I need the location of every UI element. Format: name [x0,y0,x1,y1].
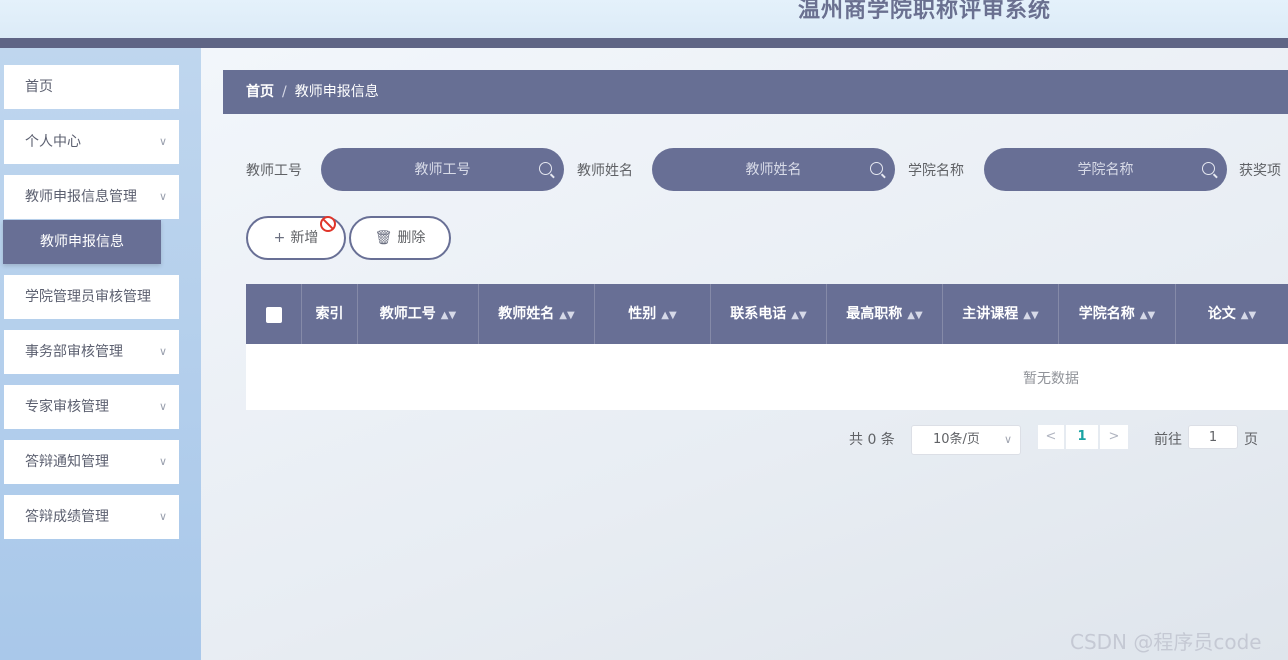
column-header-index: 索引 [302,284,358,344]
sidebar-item-label: 事务部审核管理 [25,344,123,360]
sort-icon[interactable]: ▲▼ [907,310,922,321]
chevron-down-icon: ∨ [158,135,167,148]
goto-unit: 页 [1244,432,1258,448]
page-size-value: 10条/页 [933,432,980,447]
breadcrumb: 首页 / 教师申报信息 [223,70,1288,114]
pagination-total: 共 0 条 [849,432,895,448]
goto-label: 前往 [1154,432,1182,448]
sort-icon[interactable]: ▲▼ [559,310,574,321]
table-body: 暂无数据 [246,344,1288,410]
breadcrumb-separator: / [282,84,287,100]
chevron-down-icon: ∨ [1003,433,1012,446]
select-all-cell [246,284,302,344]
sort-icon[interactable]: ▲▼ [661,310,676,321]
select-all-checkbox[interactable] [266,307,282,323]
search-label-teacher-name: 教师姓名 [577,163,633,179]
delete-button-label: 删除 [397,230,426,246]
app-title: 温州商学院职称评审系统 [798,0,1052,23]
search-icon [539,162,552,175]
delete-button[interactable]: 🗑 删除 [349,216,451,260]
sidebar-item-expert-review[interactable]: 专家审核管理 ∨ [4,385,179,429]
sidebar-item-defense-score[interactable]: 答辩成绩管理 ∨ [4,495,179,539]
search-input-teacher-name[interactable] [673,148,874,191]
sidebar-item-label: 教师申报信息管理 [25,189,137,205]
search-label-teacher-id: 教师工号 [246,163,302,179]
column-header-teacher-id[interactable]: 教师工号 ▲▼ [358,284,479,344]
add-button-label: 新增 [290,230,319,246]
submenu-item-teacher-declaration-info[interactable]: 教师申报信息 [3,220,161,264]
sidebar-item-affairs-review[interactable]: 事务部审核管理 ∨ [4,330,179,374]
sidebar-item-label: 答辩成绩管理 [25,509,109,525]
column-header-teacher-name[interactable]: 教师姓名 ▲▼ [479,284,595,344]
sort-icon[interactable]: ▲▼ [441,310,456,321]
plus-icon: + [273,230,286,246]
forbidden-cursor-icon [320,216,336,232]
column-header-gender[interactable]: 性别 ▲▼ [595,284,711,344]
header-divider [0,38,1288,48]
chevron-down-icon: ∨ [158,190,167,203]
next-page-button[interactable]: > [1100,425,1128,449]
column-header-college[interactable]: 学院名称 ▲▼ [1059,284,1176,344]
trash-icon: 🗑 [374,230,393,246]
watermark-text: CSDN @程序员code [1070,630,1262,654]
search-pill-teacher-id[interactable] [321,148,564,191]
search-pill-teacher-name[interactable] [652,148,895,191]
sidebar-item-teacher-declaration[interactable]: 教师申报信息管理 ∨ [4,175,179,219]
search-label-college-name: 学院名称 [908,163,964,179]
sidebar-item-label: 答辩通知管理 [25,454,109,470]
sidebar-item-label: 专家审核管理 [25,399,109,415]
sort-icon[interactable]: ▲▼ [791,310,806,321]
sidebar-item-home[interactable]: 首页 [4,65,179,109]
goto-page-input[interactable] [1188,425,1238,449]
sort-icon[interactable]: ▲▼ [1140,310,1155,321]
search-pill-college-name[interactable] [984,148,1227,191]
column-header-course[interactable]: 主讲课程 ▲▼ [943,284,1059,344]
breadcrumb-current: 教师申报信息 [294,84,379,100]
search-label-award: 获奖项 [1239,163,1281,179]
column-header-paper[interactable]: 论文 ▲▼ [1176,284,1288,344]
chevron-down-icon: ∨ [158,345,167,358]
sort-icon[interactable]: ▲▼ [1023,310,1038,321]
search-icon [870,162,883,175]
sidebar-item-label: 学院管理员审核管理 [25,289,151,305]
column-header-title[interactable]: 最高职称 ▲▼ [827,284,943,344]
chevron-down-icon: ∨ [158,510,167,523]
prev-page-button[interactable]: < [1038,425,1064,449]
column-header-phone[interactable]: 联系电话 ▲▼ [711,284,827,344]
chevron-down-icon: ∨ [158,400,167,413]
top-header: 温州商学院职称评审系统 [0,0,1288,38]
sidebar-item-label: 首页 [25,79,53,95]
empty-state-text: 暂无数据 [1023,371,1079,387]
breadcrumb-home[interactable]: 首页 [246,84,274,100]
sidebar-item-defense-notice[interactable]: 答辩通知管理 ∨ [4,440,179,484]
sidebar-item-label: 个人中心 [25,134,81,150]
page-size-select[interactable]: 10条/页 ∨ [911,425,1021,455]
sort-icon[interactable]: ▲▼ [1241,310,1256,321]
table-header: 索引 教师工号 ▲▼ 教师姓名 ▲▼ 性别 ▲▼ 联系电话 ▲▼ 最高职称 ▲▼ 主讲课程… [246,284,1288,344]
chevron-down-icon: ∨ [158,455,167,468]
page-number-current[interactable]: 1 [1066,425,1098,449]
search-input-college-name[interactable] [1005,148,1206,191]
sidebar-item-college-admin-review[interactable]: 学院管理员审核管理 [4,275,179,319]
data-table: 索引 教师工号 ▲▼ 教师姓名 ▲▼ 性别 ▲▼ 联系电话 ▲▼ 最高职称 ▲▼ 主讲课程… [246,284,1288,410]
search-input-teacher-id[interactable] [342,148,543,191]
sidebar-item-personal-center[interactable]: 个人中心 ∨ [4,120,179,164]
search-icon [1202,162,1215,175]
